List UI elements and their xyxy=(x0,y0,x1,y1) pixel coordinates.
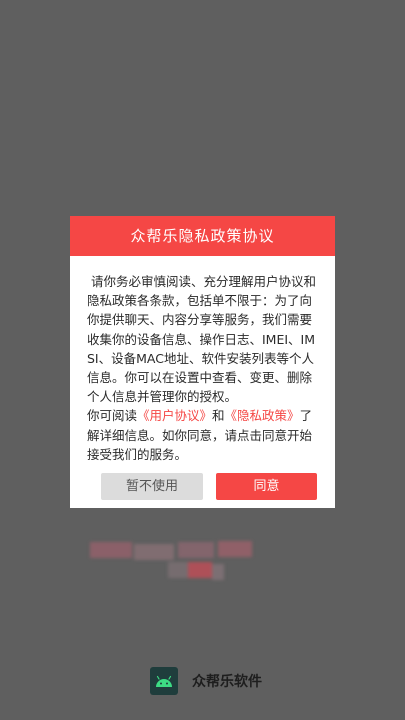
user-agreement-link[interactable]: 《用户协议》 xyxy=(137,408,212,423)
privacy-policy-link[interactable]: 《隐私政策》 xyxy=(225,408,300,423)
dialog-header: 众帮乐隐私政策协议 xyxy=(70,216,335,256)
app-name: 众帮乐软件 xyxy=(192,674,262,690)
blurred-background-content xyxy=(88,538,258,586)
agree-button[interactable]: 同意 xyxy=(216,473,317,500)
read-prefix: 你可阅读 xyxy=(87,408,138,424)
dialog-read-more-text: 你可阅读《用户协议》和《隐私政策》了解详细信息。如你同意，请点击同意开始接受我们… xyxy=(87,406,320,464)
decline-button[interactable]: 暂不使用 xyxy=(101,473,203,500)
dialog-buttons: 暂不使用 同意 xyxy=(70,473,335,500)
app-brand: 众帮乐软件 xyxy=(150,666,262,696)
android-icon xyxy=(150,667,178,695)
dialog-body: 请你务必审慎阅读、充分理解用户协议和隐私政策各条款，包括单不限于：为了向你提供聊… xyxy=(70,256,335,464)
read-and: 和 xyxy=(212,408,225,424)
dialog-intro-text: 请你务必审慎阅读、充分理解用户协议和隐私政策各条款，包括单不限于：为了向你提供聊… xyxy=(87,274,317,405)
dialog-title: 众帮乐隐私政策协议 xyxy=(130,227,275,245)
screen: 众帮乐隐私政策协议 请你务必审慎阅读、充分理解用户协议和隐私政策各条款，包括单不… xyxy=(0,0,405,720)
android-icon-graphic xyxy=(156,675,172,687)
privacy-dialog: 众帮乐隐私政策协议 请你务必审慎阅读、充分理解用户协议和隐私政策各条款，包括单不… xyxy=(70,216,335,508)
